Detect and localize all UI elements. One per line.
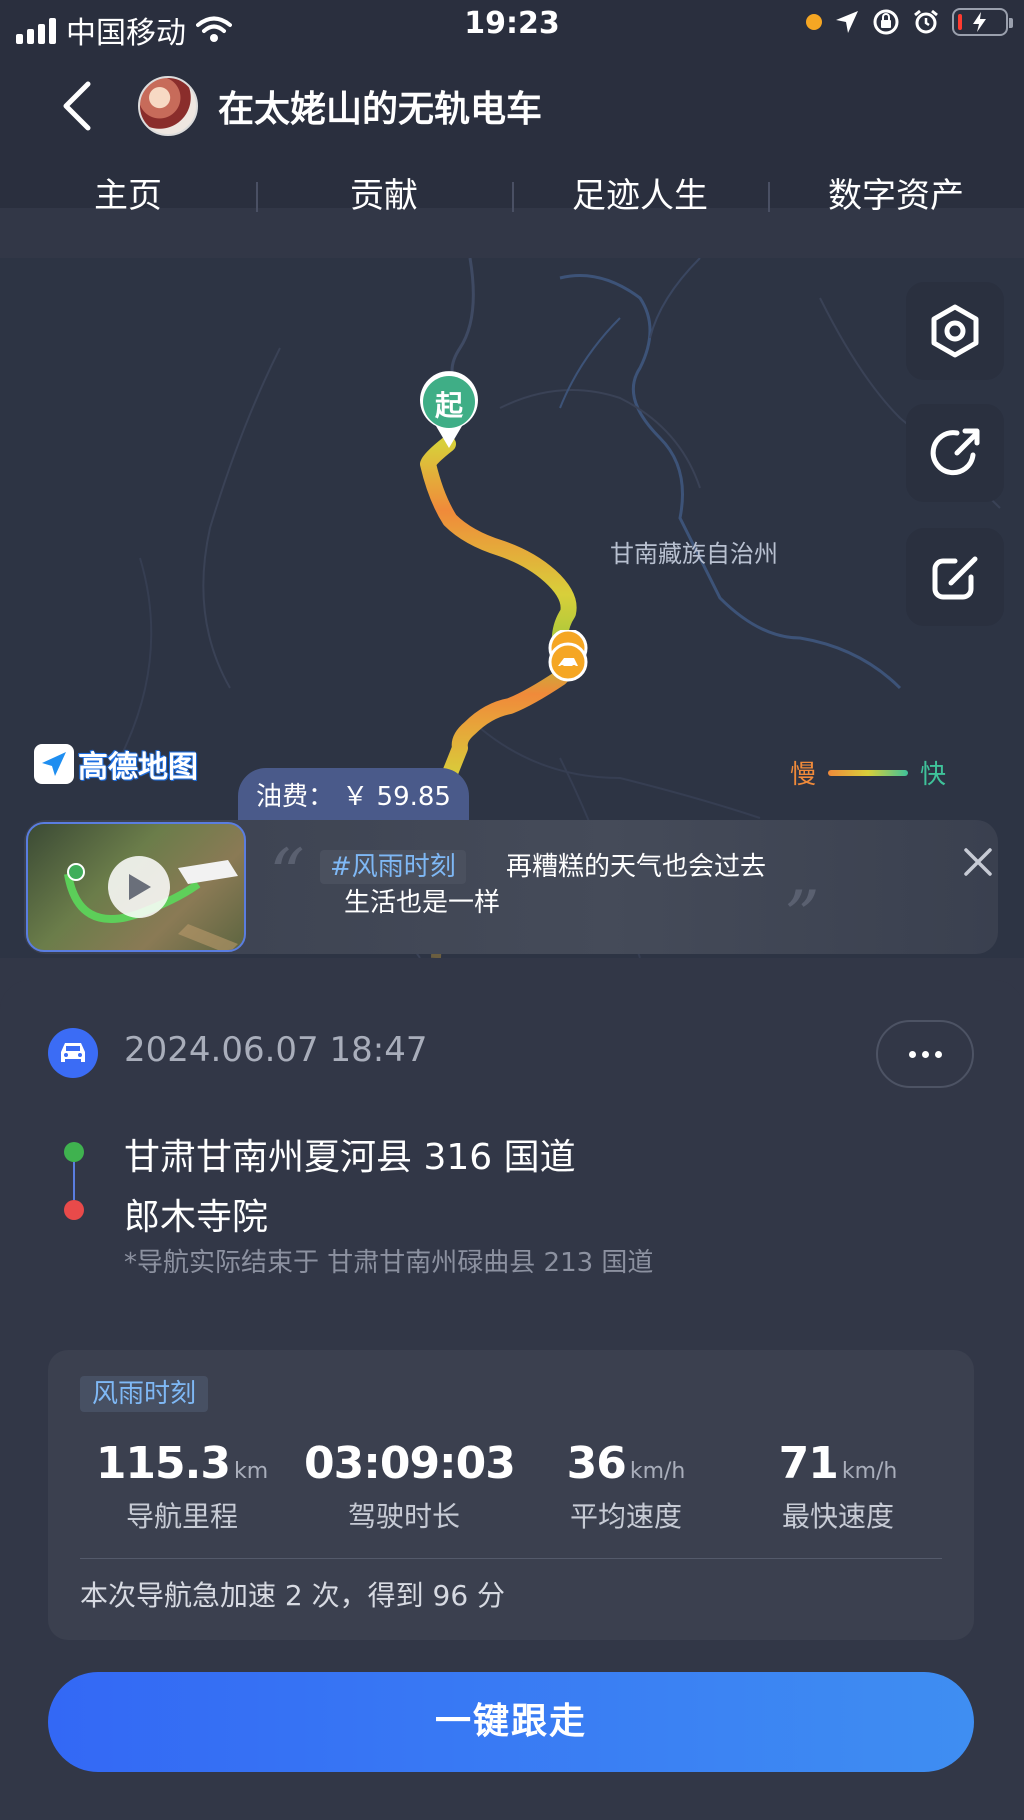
share-icon	[930, 428, 980, 476]
battery-charging-icon	[952, 8, 1013, 36]
route-end-dot	[64, 1200, 84, 1220]
edit-button[interactable]	[906, 528, 1004, 626]
stat-value: 03:09:03	[304, 1438, 516, 1489]
more-options-button[interactable]	[876, 1020, 974, 1088]
stat-value: 115.3	[95, 1438, 231, 1489]
stat-distance: 115.3 km 导航里程	[82, 1438, 282, 1535]
stat-label: 平均速度	[569, 1500, 682, 1533]
recording-dot-icon	[806, 14, 822, 30]
moment-text-line2: 生活也是一样	[344, 888, 501, 918]
avatar[interactable]	[138, 76, 198, 136]
settings-hexagon-icon	[931, 304, 979, 358]
amap-logo-text: 高德地图	[78, 750, 198, 785]
more-dot-icon	[908, 1050, 916, 1058]
follow-route-button[interactable]: 一键跟走	[48, 1672, 974, 1772]
moment-hashtag[interactable]: #风雨时刻	[320, 850, 466, 884]
speed-legend: 慢 快	[790, 754, 946, 791]
stat-label: 导航里程	[125, 1500, 238, 1533]
play-icon[interactable]	[108, 856, 170, 918]
stat-label: 最快速度	[781, 1500, 894, 1533]
amap-logo-icon	[34, 744, 74, 784]
stat-unit: km/h	[841, 1459, 898, 1484]
route-actual-end-note: *导航实际结束于 甘肃甘南州碌曲县 213 国道	[124, 1248, 654, 1278]
route-end-location: 郎木寺院	[124, 1197, 269, 1238]
header: 在太姥山的无轨电车 主页 贡献 足迹人生 数字资产	[0, 52, 1024, 216]
open-quote-icon: “	[269, 834, 305, 916]
more-dot-icon	[921, 1050, 929, 1058]
driving-event-marker[interactable]	[544, 630, 592, 684]
stat-label: 驾驶时长	[347, 1500, 460, 1533]
close-icon[interactable]	[958, 842, 998, 882]
start-marker-label: 起	[434, 389, 463, 422]
stats-summary: 本次导航急加速 2 次，得到 96 分	[80, 1579, 506, 1612]
tab-footprints[interactable]: 足迹人生	[512, 172, 768, 252]
moment-text-line1: 再糟糕的天气也会过去	[506, 852, 767, 882]
alarm-icon	[914, 9, 938, 34]
status-right	[806, 8, 1013, 36]
trip-stats-panel: 风雨时刻 115.3 km 导航里程 03:09:03 驾驶时长 36 km/h 平…	[48, 1350, 974, 1640]
trip-datetime: 2024.06.07 18:47	[124, 1030, 428, 1070]
stat-duration: 03:09:03 驾驶时长	[304, 1438, 516, 1535]
stat-unit: km/h	[629, 1459, 686, 1484]
map-region-label: 甘南藏族自治州	[610, 540, 778, 568]
more-dot-icon	[934, 1050, 942, 1058]
legend-fast-label: 快	[920, 760, 947, 790]
tab-digital-assets[interactable]: 数字资产	[768, 172, 1024, 252]
page-title: 在太姥山的无轨电车	[218, 89, 543, 130]
stat-value: 71	[778, 1438, 839, 1489]
stat-max-speed: 71 km/h 最快速度	[738, 1438, 938, 1535]
car-icon	[48, 1028, 98, 1078]
route-connector-line	[73, 1162, 75, 1200]
tab-contribution[interactable]: 贡献	[256, 172, 512, 252]
tab-home[interactable]: 主页	[0, 172, 256, 252]
legend-gradient-bar	[828, 769, 909, 776]
amap-logo: 高德地图	[34, 744, 198, 785]
fuel-cost-badge: 油费： ￥ 59.85	[238, 768, 469, 826]
rotation-lock-icon	[873, 9, 899, 35]
location-arrow-icon	[836, 11, 858, 33]
video-thumbnail[interactable]	[26, 822, 246, 952]
share-button[interactable]	[906, 404, 1004, 502]
legend-slow-label: 慢	[790, 760, 817, 790]
edit-icon	[932, 556, 978, 600]
stat-unit: km	[234, 1459, 269, 1484]
route-start-dot	[64, 1142, 84, 1162]
back-button[interactable]	[50, 74, 110, 138]
stat-value: 36	[566, 1438, 627, 1489]
status-bar: 中国移动 19:23	[0, 0, 1024, 52]
stat-average-speed: 36 km/h 平均速度	[526, 1438, 726, 1535]
tab-bar: 主页 贡献 足迹人生 数字资产	[0, 172, 1024, 252]
trip-detail-card: 2024.06.07 18:47 甘肃甘南州夏河县 316 国道 郎木寺院 *导…	[0, 980, 1024, 1820]
stats-divider	[80, 1558, 942, 1559]
moment-banner[interactable]: “ #风雨时刻 再糟糕的天气也会过去 生活也是一样 ”	[24, 820, 998, 954]
route-start-location: 甘肃甘南州夏河县 316 国道	[124, 1137, 576, 1178]
close-quote-icon: ”	[784, 876, 820, 958]
stats-weather-tag: 风雨时刻	[80, 1376, 209, 1412]
settings-hexagon-button[interactable]	[906, 282, 1004, 380]
